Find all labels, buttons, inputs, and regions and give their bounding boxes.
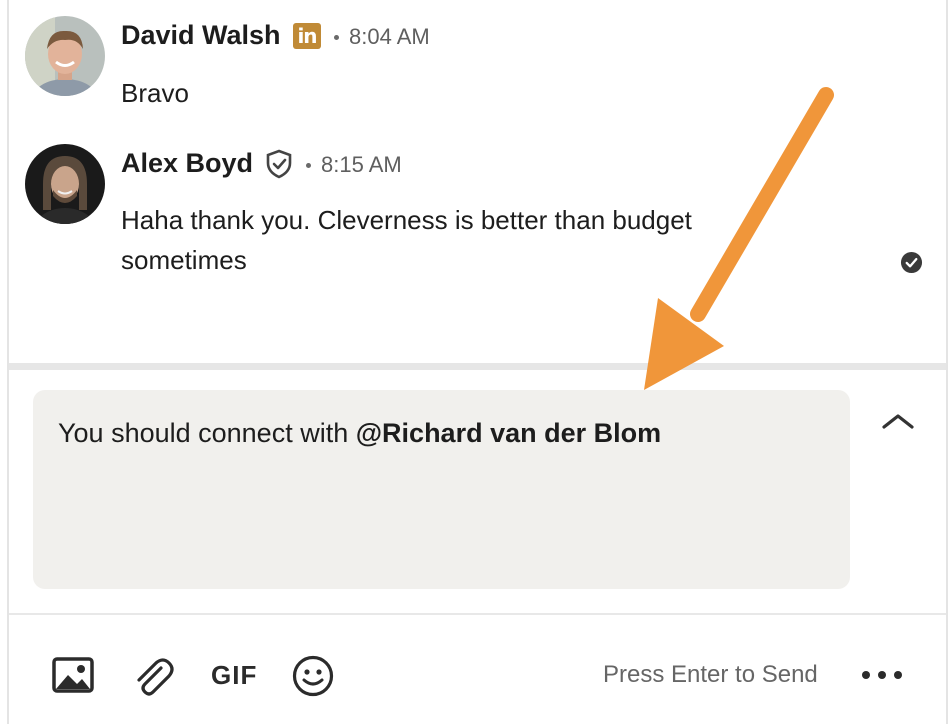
send-hint: Press Enter to Send <box>603 661 818 688</box>
panel-left-border <box>7 0 9 724</box>
panel-right-border <box>946 0 948 724</box>
emoji-icon[interactable] <box>291 654 335 698</box>
message-timestamp: 8:15 AM <box>321 152 402 177</box>
linkedin-badge-icon: in <box>293 23 321 49</box>
avatar-alex-boyd[interactable] <box>25 144 105 224</box>
sender-name[interactable]: Alex Boyd <box>121 148 253 179</box>
more-options-icon[interactable] <box>858 665 906 685</box>
paperclip-icon[interactable] <box>131 654 175 698</box>
message-timestamp: 8:04 AM <box>349 24 430 49</box>
message-text: Bravo <box>121 78 189 108</box>
verified-shield-icon <box>266 149 292 179</box>
message-input[interactable]: You should connect with @Richard van der… <box>33 390 850 589</box>
read-receipt-check-icon <box>900 251 923 274</box>
sender-name[interactable]: David Walsh <box>121 20 281 51</box>
gif-button[interactable]: GIF <box>211 660 257 691</box>
message-text-line-2: sometimes <box>121 245 247 275</box>
expand-composer-chevron-up-icon[interactable] <box>880 408 916 434</box>
message-draft[interactable]: You should connect with @Richard van der… <box>58 418 661 449</box>
conversation-divider <box>9 363 946 370</box>
toolbar-divider <box>9 613 946 615</box>
separator-dot <box>334 35 339 40</box>
message-text-line-1: Haha thank you. Cleverness is better tha… <box>121 205 692 235</box>
avatar-david-walsh[interactable] <box>25 16 105 96</box>
image-icon[interactable] <box>52 657 94 695</box>
draft-text: You should connect with <box>58 418 356 448</box>
mention-tag[interactable]: @Richard van der Blom <box>356 418 661 448</box>
separator-dot <box>306 163 311 168</box>
